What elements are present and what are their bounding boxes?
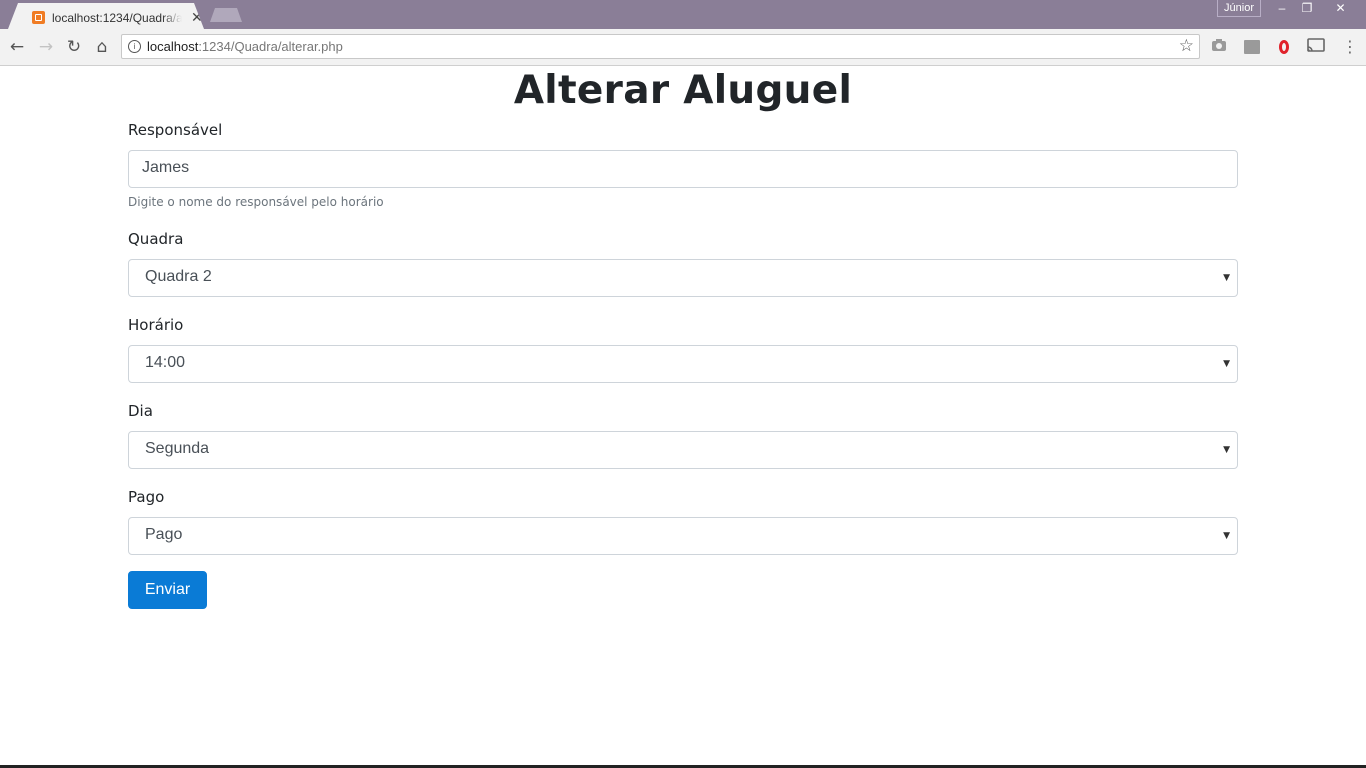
forward-arrow-icon[interactable]: →: [35, 36, 57, 58]
url-host: localhost: [147, 39, 199, 54]
opera-extension-icon[interactable]: [1275, 38, 1293, 56]
quadra-select[interactable]: Quadra 2 ▼: [128, 259, 1238, 297]
dia-selected-value: Segunda: [145, 440, 210, 457]
pago-selected-value: Pago: [145, 526, 183, 543]
url-text[interactable]: localhost:1234/Quadra/alterar.php: [147, 39, 343, 54]
minimize-button[interactable]: ‒: [1269, 0, 1295, 18]
horario-selected-value: 14:00: [145, 354, 186, 371]
responsavel-value: James: [142, 159, 190, 176]
cast-icon[interactable]: [1307, 38, 1325, 56]
horario-label: Horário: [128, 316, 184, 334]
responsavel-label: Responsável: [128, 121, 223, 139]
browser-menu-icon[interactable]: ⋮: [1341, 38, 1359, 56]
profile-button[interactable]: Júnior: [1217, 0, 1261, 17]
reload-icon[interactable]: ↻: [63, 36, 85, 58]
page-content: Alterar Aluguel Responsável James Digite…: [0, 66, 1366, 768]
quadra-label: Quadra: [128, 230, 184, 248]
pago-label: Pago: [128, 488, 165, 506]
pago-select[interactable]: Pago ▼: [128, 517, 1238, 555]
site-info-icon[interactable]: i: [128, 40, 141, 53]
responsavel-help-text: Digite o nome do responsável pelo horári…: [128, 195, 384, 209]
quadra-selected-value: Quadra 2: [145, 268, 212, 285]
browser-titlebar: localhost:1234/Quadra/alterar.php ✕ Júni…: [0, 0, 1366, 29]
browser-toolbar: ← → ↻ ⌂ i localhost:1234/Quadra/alterar.…: [0, 29, 1366, 66]
dropdown-caret-icon: ▼: [1223, 531, 1230, 541]
page-title: Alterar Aluguel: [513, 68, 853, 113]
bookmark-star-icon[interactable]: ☆: [1179, 36, 1194, 56]
tab-title: localhost:1234/Quadra/alterar.php: [52, 11, 182, 25]
dia-label: Dia: [128, 402, 153, 420]
news-extension-icon[interactable]: [1243, 38, 1261, 56]
browser-tab[interactable]: localhost:1234/Quadra/alterar.php ✕: [8, 3, 204, 29]
close-window-button[interactable]: ✕: [1319, 0, 1362, 18]
back-arrow-icon[interactable]: ←: [6, 36, 28, 58]
address-bar[interactable]: i localhost:1234/Quadra/alterar.php ☆: [121, 34, 1200, 59]
dropdown-caret-icon: ▼: [1223, 359, 1230, 369]
home-icon[interactable]: ⌂: [91, 36, 113, 58]
dropdown-caret-icon: ▼: [1223, 445, 1230, 455]
url-path: :1234/Quadra/alterar.php: [198, 39, 343, 54]
dropdown-caret-icon: ▼: [1223, 273, 1230, 283]
camera-extension-icon[interactable]: [1210, 38, 1228, 56]
dia-select[interactable]: Segunda ▼: [128, 431, 1238, 469]
responsavel-input[interactable]: James: [128, 150, 1238, 188]
restore-button[interactable]: ❐: [1295, 0, 1319, 18]
new-tab-button[interactable]: [210, 8, 242, 22]
submit-button[interactable]: Enviar: [128, 571, 207, 609]
horario-select[interactable]: 14:00 ▼: [128, 345, 1238, 383]
close-tab-icon[interactable]: ✕: [191, 9, 203, 26]
xampp-favicon-icon: [32, 11, 45, 24]
